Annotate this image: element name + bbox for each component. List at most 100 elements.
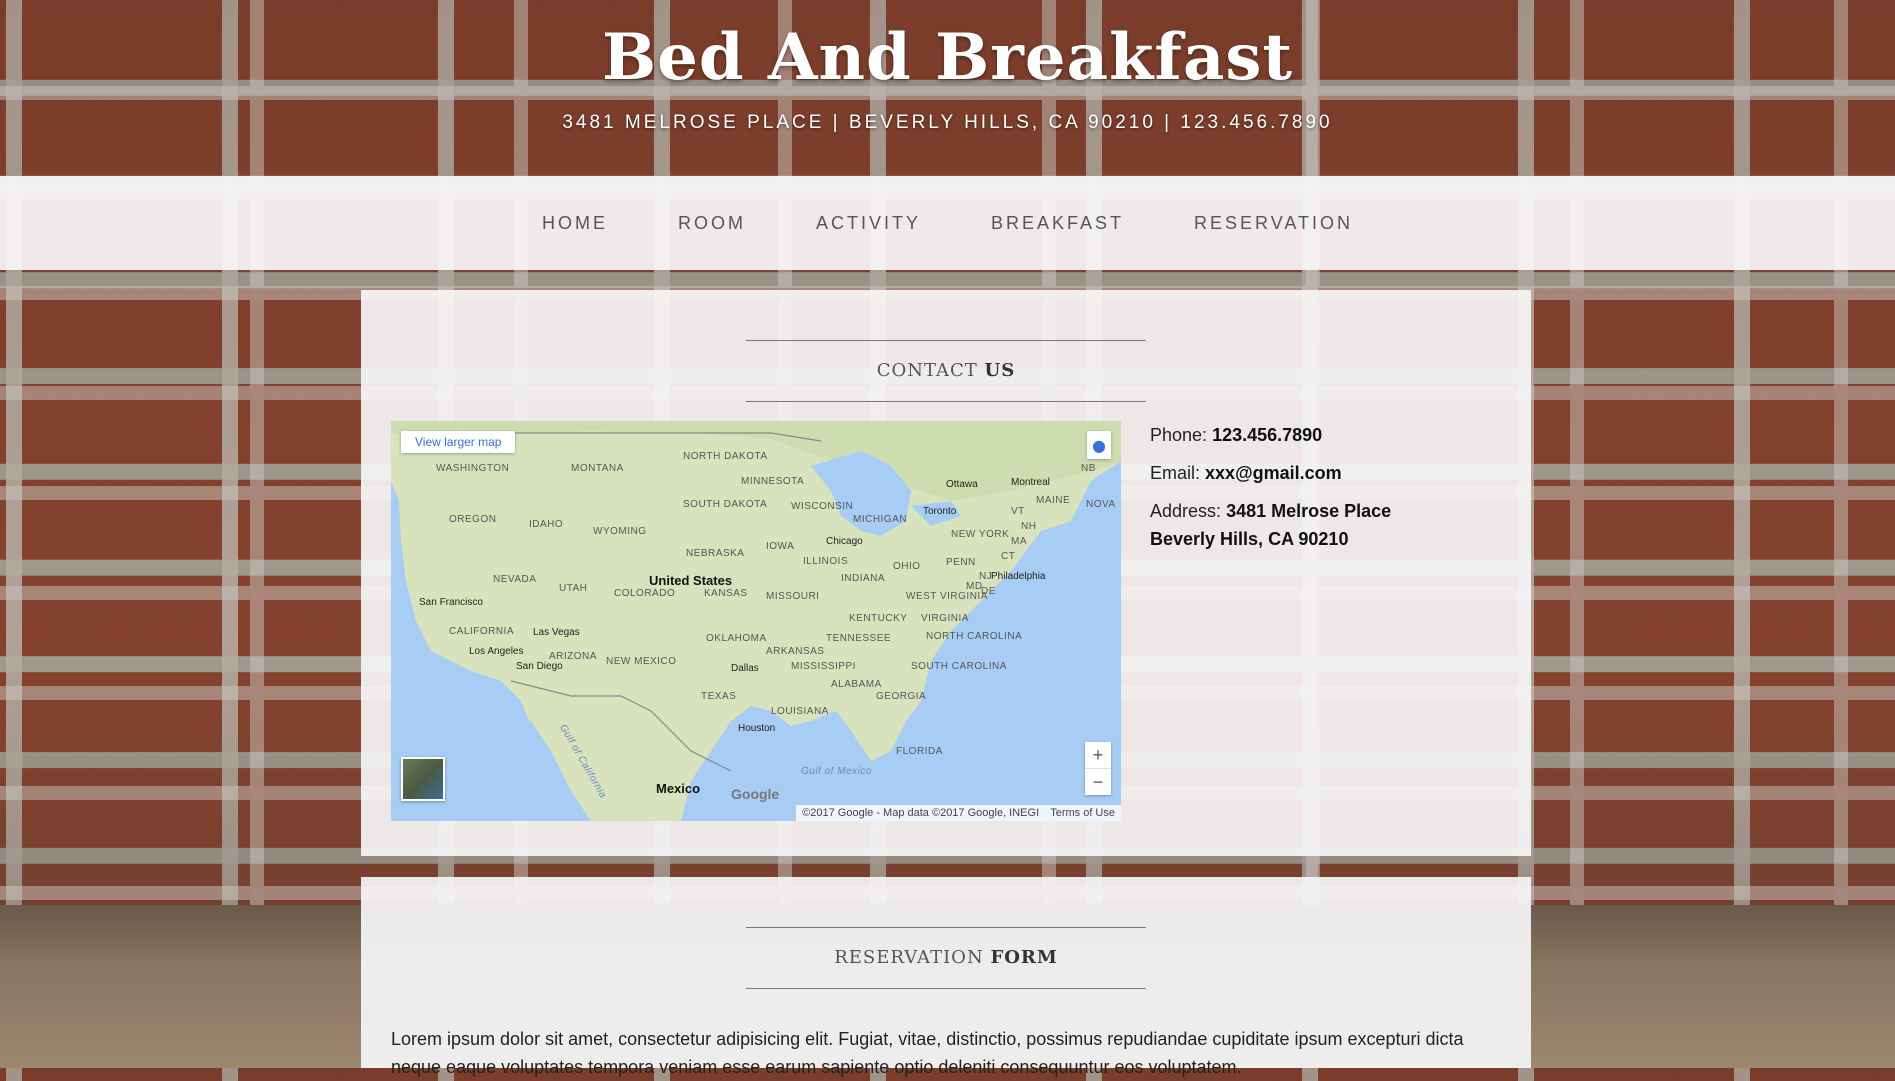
map-label: IOWA: [766, 541, 795, 552]
map-label: San Francisco: [419, 597, 483, 608]
contact-heading: CONTACT US: [746, 340, 1146, 402]
map-label: WASHINGTON: [436, 463, 510, 474]
site-title: Bed And Breakfast: [602, 20, 1293, 95]
phone-label: Phone:: [1150, 425, 1208, 445]
map-label: TEXAS: [701, 691, 737, 702]
email-value[interactable]: xxx@gmail.com: [1205, 463, 1342, 483]
contact-phone: Phone: 123.456.7890: [1150, 421, 1510, 449]
map-label: NORTH CAROLINA: [926, 631, 1023, 642]
map-zoom-control: + −: [1085, 742, 1111, 795]
reservation-heading: RESERVATION FORM: [746, 927, 1146, 989]
map-label: WEST VIRGINIA: [906, 591, 988, 602]
map-label: Chicago: [826, 536, 863, 547]
map-label: ARKANSAS: [766, 646, 825, 657]
email-label: Email:: [1150, 463, 1201, 483]
contact-section: CONTACT US NORTH DAKOTA MINNESOTA WASHIN…: [361, 290, 1531, 856]
map-label: INDIANA: [841, 573, 886, 584]
map-label: LOUISIANA: [771, 706, 829, 717]
map-label: NH: [1021, 521, 1037, 532]
map-label: Dallas: [731, 663, 759, 674]
map-label: MAINE: [1036, 495, 1071, 506]
map-label: COLORADO: [614, 588, 676, 599]
map-label: MINNESOTA: [741, 476, 805, 487]
main-nav: HOME ROOM ACTIVITY BREAKFAST RESERVATION: [0, 176, 1895, 270]
map-label: MISSISSIPPI: [791, 661, 856, 672]
map-label: GEORGIA: [876, 691, 927, 702]
nav-room[interactable]: ROOM: [678, 213, 746, 234]
map-label: Montreal: [1011, 477, 1050, 488]
map-label: FLORIDA: [896, 746, 943, 757]
contact-address: Address: 3481 Melrose Place Beverly Hill…: [1150, 497, 1510, 553]
phone-value: 123.456.7890: [1212, 425, 1323, 445]
map-label: PENN: [946, 557, 976, 568]
street-view-pegman-icon[interactable]: ●: [1087, 431, 1111, 459]
site-address: 3481 MELROSE PLACE | BEVERLY HILLS, CA 9…: [562, 112, 1333, 133]
map-label: CT: [1001, 551, 1016, 562]
reservation-heading-bold: FORM: [990, 947, 1058, 968]
map-label: SOUTH CAROLINA: [911, 661, 1007, 672]
map-label: San Diego: [516, 661, 563, 672]
map-label: KANSAS: [704, 588, 748, 599]
reservation-heading-light: RESERVATION: [834, 947, 984, 968]
nav-activity[interactable]: ACTIVITY: [816, 213, 921, 234]
zoom-in-button[interactable]: +: [1085, 742, 1111, 768]
map-label: Houston: [738, 723, 776, 734]
site-header: Bed And Breakfast 3481 MELROSE PLACE | B…: [0, 0, 1895, 176]
map-label: Philadelphia: [991, 571, 1046, 582]
map-label: SOUTH DAKOTA: [683, 499, 768, 510]
map-label: Gulf of Mexico: [801, 766, 872, 777]
map-label: NOVA: [1086, 499, 1116, 510]
map-label: CALIFORNIA: [449, 626, 515, 637]
map-label: KENTUCKY: [849, 613, 908, 624]
map-label: OKLAHOMA: [706, 633, 767, 644]
map-label: ILLINOIS: [803, 556, 849, 567]
map-label: MICHIGAN: [853, 514, 907, 525]
map-label: MA: [1011, 536, 1027, 547]
map-label: VIRGINIA: [921, 613, 969, 624]
map-label: UTAH: [559, 583, 588, 594]
nav-reservation[interactable]: RESERVATION: [1194, 213, 1353, 234]
google-map[interactable]: NORTH DAKOTA MINNESOTA WASHINGTON MONTAN…: [391, 421, 1121, 821]
view-larger-map-button[interactable]: View larger map: [401, 431, 516, 453]
map-label: WISCONSIN: [791, 501, 854, 512]
address-line1: 3481 Melrose Place: [1226, 501, 1392, 521]
map-terms-link[interactable]: Terms of Use: [1050, 807, 1115, 819]
map-label: United States: [649, 573, 733, 588]
address-label: Address:: [1150, 501, 1222, 521]
map-attribution-text: ©2017 Google - Map data ©2017 Google, IN…: [802, 807, 1040, 819]
map-label: NEW YORK: [951, 529, 1010, 540]
map-label: NEBRASKA: [686, 548, 745, 559]
contact-heading-light: CONTACT: [876, 360, 978, 381]
nav-home[interactable]: HOME: [542, 213, 608, 234]
map-label: OREGON: [449, 514, 497, 525]
map-label: Los Angeles: [469, 646, 524, 657]
map-label: MISSOURI: [766, 591, 820, 602]
address-line2: Beverly Hills, CA 90210: [1150, 529, 1349, 549]
map-label: NEW MEXICO: [606, 656, 677, 667]
map-label: VT: [1011, 506, 1025, 517]
map-label: TENNESSEE: [826, 633, 892, 644]
map-label: Las Vegas: [533, 627, 580, 638]
zoom-out-button[interactable]: −: [1085, 769, 1111, 795]
map-label: MONTANA: [571, 463, 624, 474]
map-label: ALABAMA: [831, 679, 882, 690]
map-label: DE: [981, 586, 996, 597]
contact-info: Phone: 123.456.7890 Email: xxx@gmail.com…: [1150, 421, 1510, 563]
map-label: NEVADA: [493, 574, 537, 585]
satellite-view-toggle[interactable]: [401, 757, 445, 801]
nav-breakfast[interactable]: BREAKFAST: [991, 213, 1124, 234]
contact-heading-bold: US: [984, 360, 1016, 381]
reservation-section: RESERVATION FORM Lorem ipsum dolor sit a…: [361, 877, 1531, 1077]
map-label: Toronto: [923, 506, 957, 517]
google-logo: Google: [731, 786, 780, 802]
map-label: Ottawa: [946, 479, 978, 490]
reservation-intro-text: Lorem ipsum dolor sit amet, consectetur …: [391, 1029, 1464, 1077]
map-label: IDAHO: [529, 519, 564, 530]
contact-email: Email: xxx@gmail.com: [1150, 459, 1510, 487]
map-label: Mexico: [656, 781, 701, 796]
map-label: NORTH DAKOTA: [683, 451, 768, 462]
map-label: OHIO: [893, 561, 921, 572]
map-attribution: ©2017 Google - Map data ©2017 Google, IN…: [796, 805, 1121, 821]
map-label: NB: [1081, 463, 1096, 474]
map-label: WYOMING: [593, 526, 647, 537]
